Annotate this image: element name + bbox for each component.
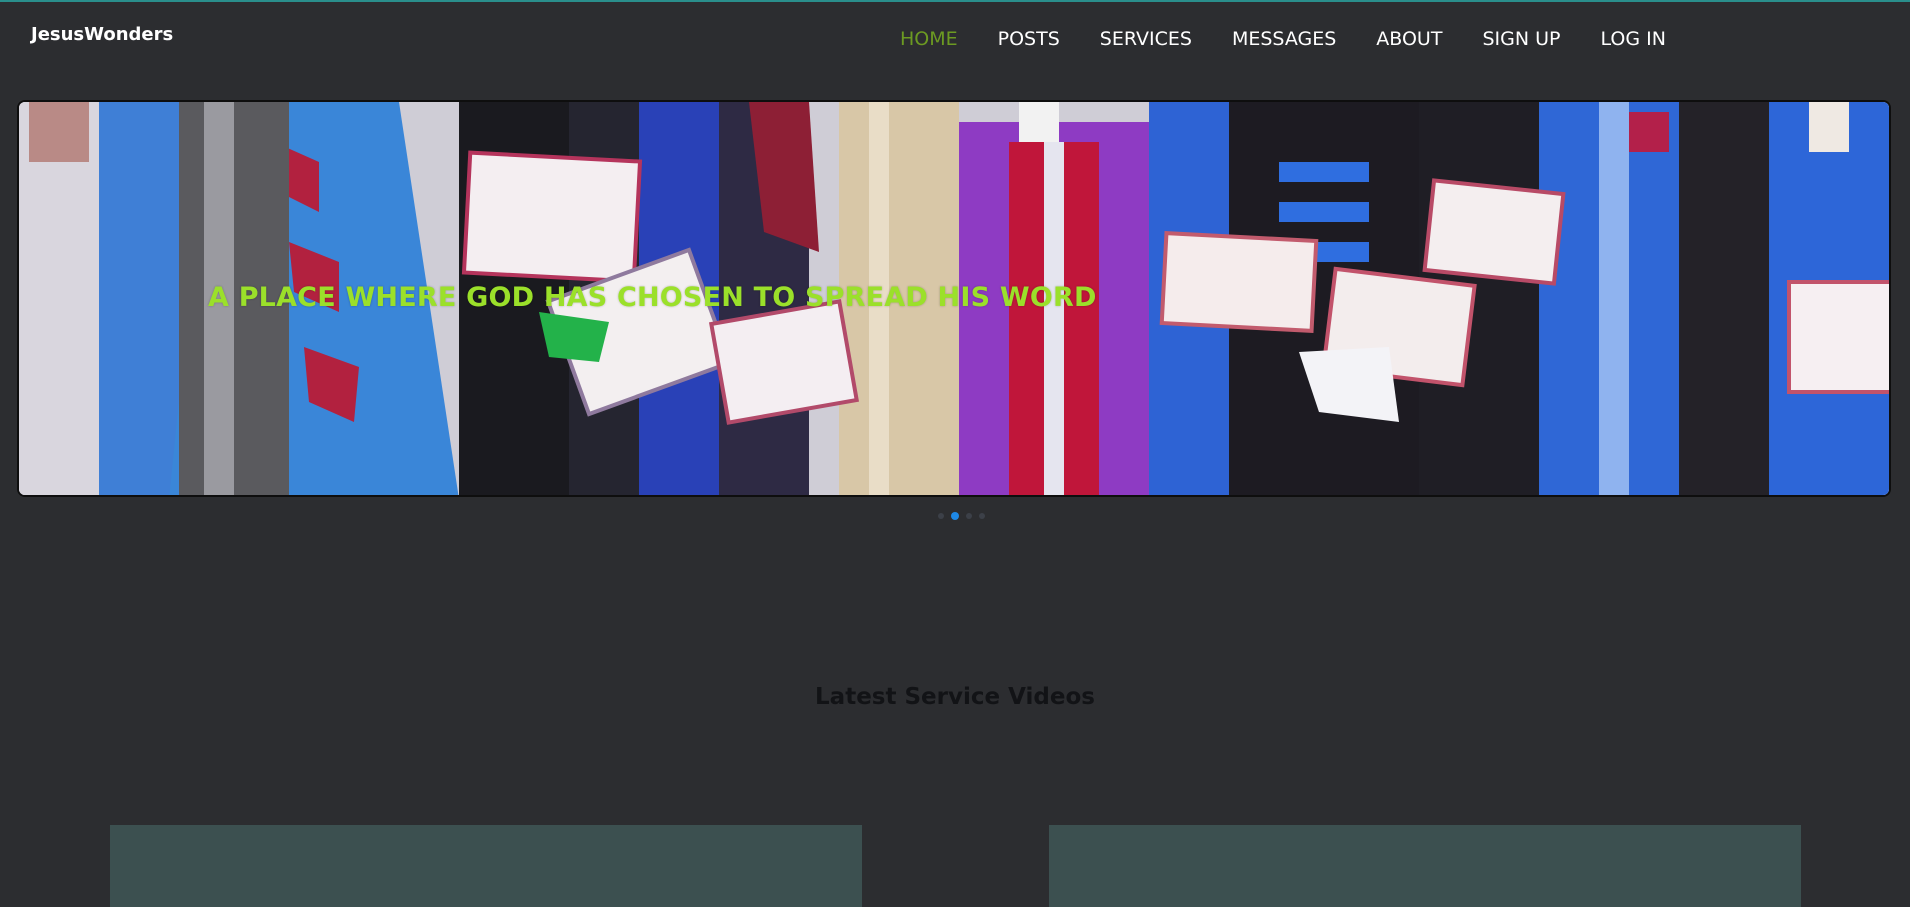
navbar: JesusWonders HOME POSTS SERVICES MESSAGE… (0, 2, 1910, 74)
nav-messages[interactable]: MESSAGES (1212, 26, 1356, 52)
nav-services[interactable]: SERVICES (1080, 26, 1212, 52)
hero-carousel[interactable]: A PLACE WHERE GOD HAS CHOSEN TO SPREAD H… (17, 100, 1891, 497)
brand-logo[interactable]: JesusWonders (31, 24, 173, 45)
nav-posts[interactable]: POSTS (978, 26, 1080, 52)
main-nav: HOME POSTS SERVICES MESSAGES ABOUT SIGN … (880, 26, 1686, 52)
latest-videos-title: Latest Service Videos (815, 684, 1095, 710)
carousel-indicator-1[interactable] (938, 513, 944, 519)
nav-log-in[interactable]: LOG IN (1580, 26, 1685, 52)
carousel-indicator-4[interactable] (979, 513, 985, 519)
video-card[interactable] (1049, 825, 1801, 907)
carousel-indicator-3[interactable] (966, 513, 972, 519)
carousel-indicator-2[interactable] (951, 512, 959, 520)
carousel-indicators (938, 512, 985, 520)
nav-sign-up[interactable]: SIGN UP (1462, 26, 1580, 52)
hero-caption: A PLACE WHERE GOD HAS CHOSEN TO SPREAD H… (208, 282, 1097, 313)
nav-about[interactable]: ABOUT (1356, 26, 1462, 52)
video-card[interactable] (110, 825, 862, 907)
nav-home[interactable]: HOME (880, 26, 978, 52)
